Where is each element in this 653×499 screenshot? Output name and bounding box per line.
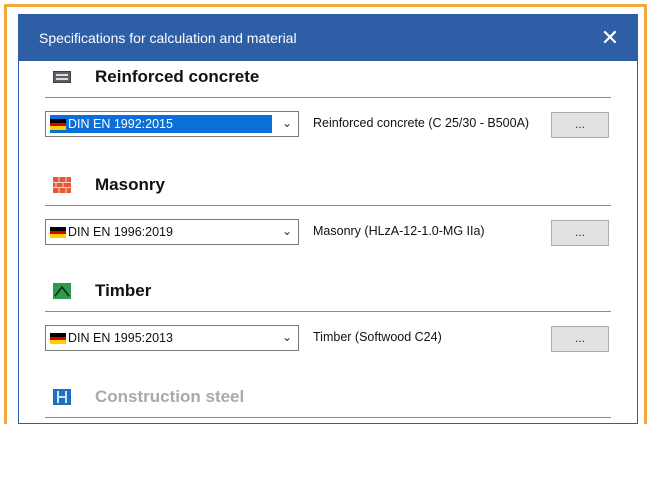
section-divider [45,97,611,99]
section-title: Timber [95,281,152,300]
specifications-dialog: Specifications for calculation and mater… [18,14,638,424]
section-title: Masonry [95,175,165,194]
chevron-down-icon: ⌄ [281,116,292,130]
section-title: Reinforced concrete [95,67,260,86]
section-construction-steel: Construction steel [19,387,637,499]
material-label: Masonry (HLzA-12-1.0-MG IIa) [313,224,485,238]
standard-dropdown[interactable]: DIN EN 1995:2013 ⌄ [45,325,299,351]
standard-dropdown[interactable]: DIN EN 1992:2015 ⌄ [45,111,299,137]
standard-dropdown[interactable]: DIN EN 1996:2019 ⌄ [45,219,299,245]
standard-value: DIN EN 1996:2019 [68,225,173,239]
chevron-down-icon: ⌄ [281,330,292,344]
material-label: Reinforced concrete (C 25/30 - B500A) [313,116,530,130]
construction-steel-icon [53,389,71,405]
section-masonry: Masonry DIN EN 1996:2019 ⌄ Masonry (HLzA… [19,175,637,287]
close-icon: ✕ [600,25,620,50]
close-button[interactable]: ✕ [595,23,625,53]
title-bar: Specifications for calculation and mater… [19,15,637,61]
standard-value: DIN EN 1995:2013 [68,331,173,345]
material-select-button[interactable]: ... [551,112,609,138]
section-divider [45,205,611,207]
section-timber: Timber DIN EN 1995:2013 ⌄ Timber (Softwo… [19,281,637,393]
section-title: Construction steel [95,387,245,406]
reinforced-concrete-icon [53,71,71,83]
german-flag-icon [50,119,66,130]
section-reinforced-concrete: Reinforced concrete DIN EN 1992:2015 ⌄ R… [19,67,637,179]
section-divider [45,417,611,419]
material-select-button[interactable]: ... [551,220,609,246]
section-divider [45,311,611,313]
timber-icon [53,283,71,299]
material-label: Timber (Softwood C24) [313,330,442,344]
masonry-icon [53,177,71,193]
chevron-down-icon: ⌄ [281,224,292,238]
dialog-title: Specifications for calculation and mater… [39,30,297,46]
standard-value: DIN EN 1992:2015 [50,115,272,133]
german-flag-icon [50,333,66,344]
material-select-button[interactable]: ... [551,326,609,352]
german-flag-icon [50,227,66,238]
